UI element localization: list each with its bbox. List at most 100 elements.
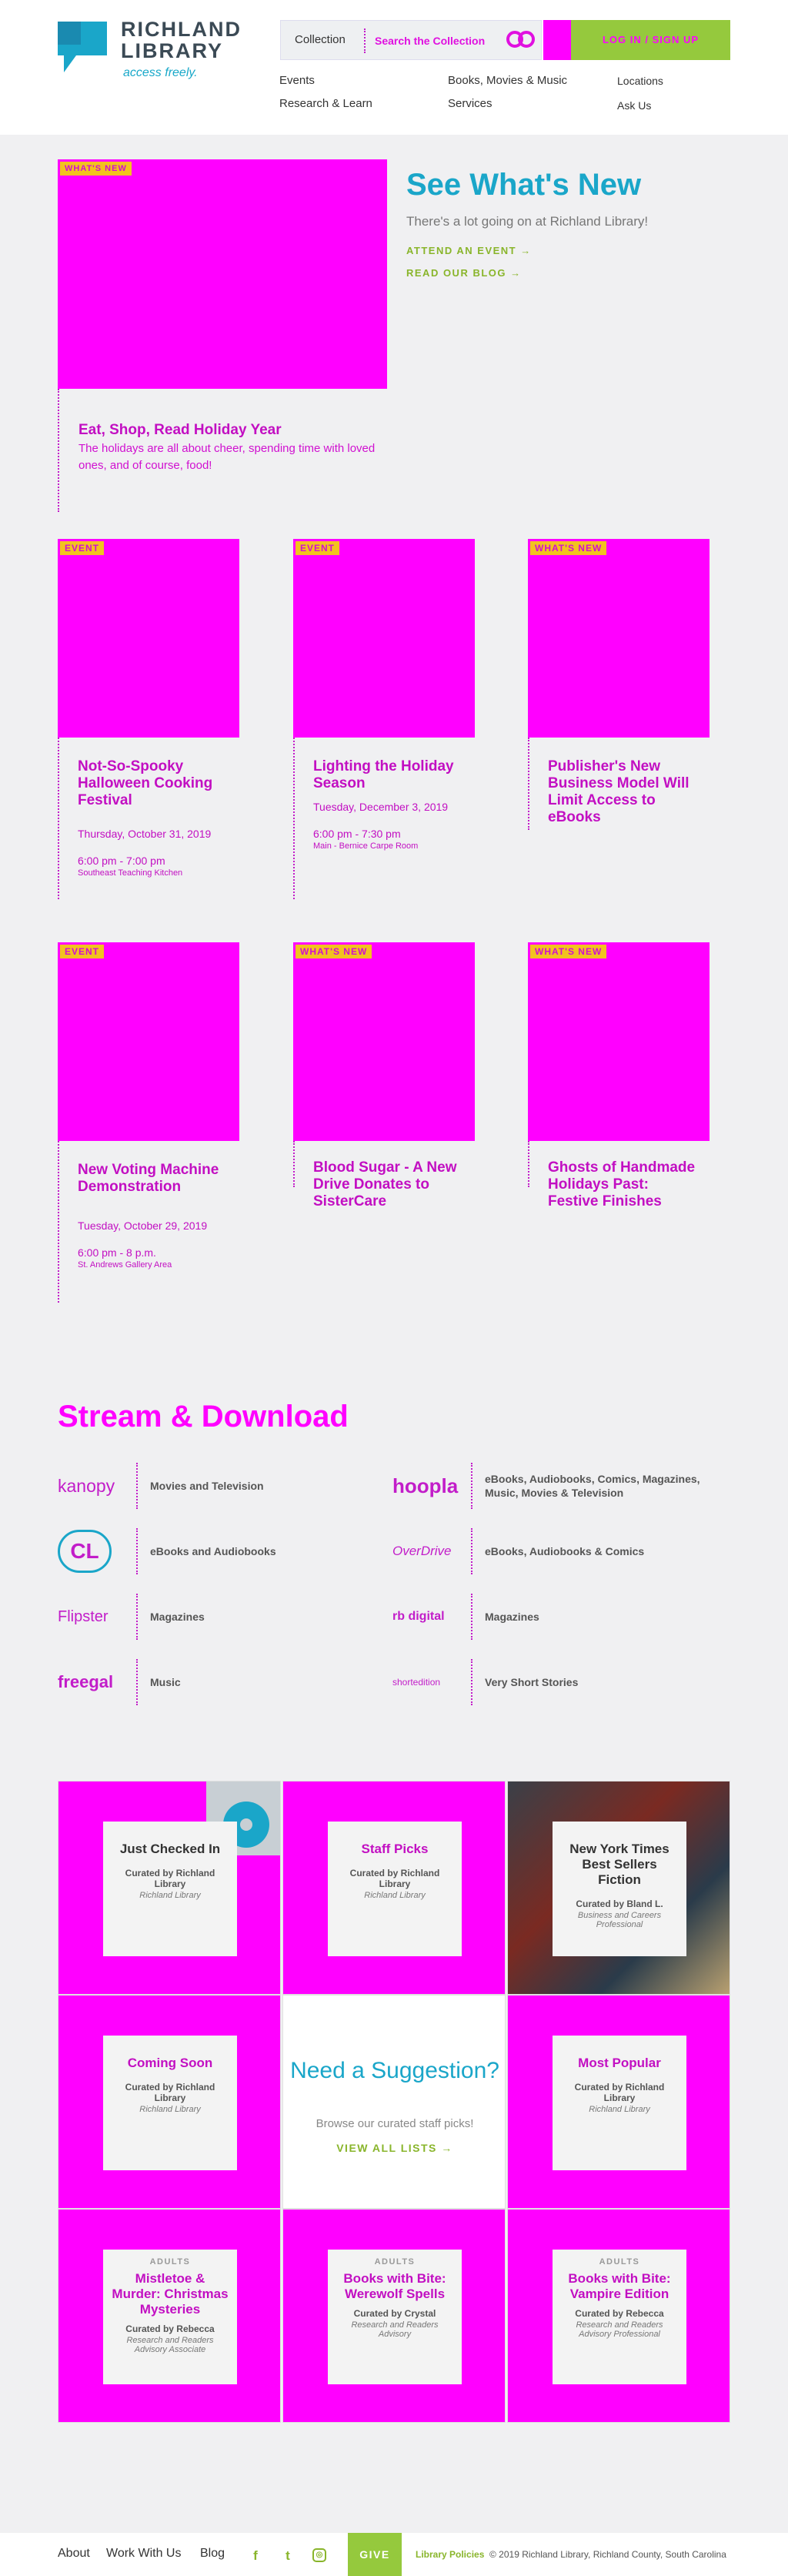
read-blog-link[interactable]: READ OUR BLOG → xyxy=(406,267,522,279)
footer-work-link[interactable]: Work With Us xyxy=(106,2547,181,2561)
service-rbdigital[interactable]: rb digital Magazines xyxy=(392,1594,723,1640)
hero-divider xyxy=(58,389,59,512)
card-image[interactable] xyxy=(528,942,710,1141)
list-title[interactable]: Books with Bite: Vampire Edition xyxy=(560,2271,679,2302)
list-card[interactable]: Staff Picks Curated by Richland Library … xyxy=(328,1822,462,1956)
list-title[interactable]: New York Times Best Sellers Fiction xyxy=(560,1842,679,1888)
service-flipster[interactable]: Flipster Magazines xyxy=(58,1594,389,1640)
instagram-icon[interactable]: ◎ xyxy=(312,2548,326,2562)
list-curator-role: Research and Readers Advisory Associate xyxy=(126,2336,214,2354)
list-tile[interactable]: Just Checked In Curated by Richland Libr… xyxy=(58,1781,281,1995)
service-kanopy[interactable]: kanopy Movies and Television xyxy=(58,1463,389,1509)
hero-tag: WHAT'S NEW xyxy=(60,162,132,176)
service-shortedition[interactable]: shortedition Very Short Stories xyxy=(392,1659,723,1705)
list-tile[interactable]: New York Times Best Sellers Fiction Cura… xyxy=(507,1781,730,1995)
attend-event-link[interactable]: ATTEND AN EVENT → xyxy=(406,245,532,256)
suggestion-tile: Need a Suggestion? Browse our curated st… xyxy=(282,1995,506,2209)
list-curator-role: Richland Library xyxy=(364,1891,426,1900)
library-logo-icon[interactable] xyxy=(58,22,107,72)
card-image[interactable] xyxy=(293,539,475,738)
overdrive-logo-icon[interactable]: OverDrive xyxy=(392,1537,469,1565)
list-card[interactable]: ADULTS Books with Bite: Werewolf Spells … xyxy=(328,2250,462,2384)
card-title[interactable]: Blood Sugar - A New Drive Donates to Sis… xyxy=(313,1159,467,1210)
service-hoopla[interactable]: hoopla eBooks, Audiobooks, Comics, Magaz… xyxy=(392,1463,723,1509)
hoopla-logo-icon[interactable]: hoopla xyxy=(392,1472,469,1500)
card-title[interactable]: Lighting the Holiday Season xyxy=(313,758,467,792)
service-cloudlibrary[interactable]: CL eBooks and Audiobooks xyxy=(58,1528,389,1574)
list-title[interactable]: Just Checked In xyxy=(111,1842,229,1857)
card-title[interactable]: New Voting Machine Demonstration xyxy=(78,1162,232,1196)
list-tile[interactable]: ADULTS Books with Bite: Werewolf Spells … xyxy=(282,2209,506,2423)
nav-books-movies-music[interactable]: Books, Movies & Music xyxy=(448,74,567,87)
card-image[interactable] xyxy=(528,539,710,738)
nav-services[interactable]: Services xyxy=(448,97,492,110)
view-all-lists-link[interactable]: VIEW ALL LISTS → xyxy=(283,2142,506,2154)
service-divider xyxy=(471,1528,472,1574)
flipster-logo-icon[interactable]: Flipster xyxy=(58,1603,135,1631)
site-footer: About Work With Us Blog f t ◎ GIVE Libra… xyxy=(0,2533,788,2576)
nav-ask-us[interactable]: Ask Us xyxy=(617,99,651,112)
nav-research-learn[interactable]: Research & Learn xyxy=(279,97,372,110)
list-card[interactable]: ADULTS Books with Bite: Vampire Edition … xyxy=(553,2250,686,2384)
list-card[interactable]: Coming Soon Curated by Richland Library … xyxy=(103,2036,237,2170)
list-curator-role: Richland Library xyxy=(589,2105,650,2114)
shortedition-logo-icon[interactable]: shortedition xyxy=(392,1668,469,1696)
hero-title[interactable]: Eat, Shop, Read Holiday Year xyxy=(78,422,282,439)
kanopy-logo-icon[interactable]: kanopy xyxy=(58,1472,135,1500)
card-title[interactable]: Not-So-Spooky Halloween Cooking Festival xyxy=(78,758,232,809)
list-tile[interactable]: Coming Soon Curated by Richland Library … xyxy=(58,1995,281,2209)
library-policies-link[interactable]: Library Policies xyxy=(416,2549,484,2560)
card-divider xyxy=(293,1141,295,1187)
account-icon[interactable] xyxy=(543,20,571,60)
login-button[interactable]: LOG IN / SIGN UP xyxy=(571,20,730,60)
card-image[interactable] xyxy=(58,539,239,738)
list-title[interactable]: Staff Picks xyxy=(336,1842,454,1857)
card-title[interactable]: Ghosts of Handmade Holidays Past: Festiv… xyxy=(548,1159,702,1210)
service-divider xyxy=(136,1463,138,1509)
list-tile[interactable]: ADULTS Books with Bite: Vampire Edition … xyxy=(507,2209,730,2423)
logo-line2: LIBRARY xyxy=(121,39,223,62)
card-divider xyxy=(58,738,59,899)
search-bar: Collection xyxy=(280,20,542,60)
service-overdrive[interactable]: OverDrive eBooks, Audiobooks & Comics xyxy=(392,1528,723,1574)
list-title[interactable]: Coming Soon xyxy=(111,2056,229,2071)
footer-blog-link[interactable]: Blog xyxy=(200,2547,225,2561)
twitter-icon[interactable]: t xyxy=(280,2548,296,2564)
card-title[interactable]: Publisher's New Business Model Will Limi… xyxy=(548,758,702,826)
list-card[interactable]: Most Popular Curated by Richland Library… xyxy=(553,2036,686,2170)
list-curator: Curated by Richland Library xyxy=(349,1868,440,1889)
nav-events[interactable]: Events xyxy=(279,74,315,87)
footer-about-link[interactable]: About xyxy=(58,2547,90,2561)
list-title[interactable]: Mistletoe & Murder: Christmas Mysteries xyxy=(111,2271,229,2317)
service-freegal[interactable]: freegal Music xyxy=(58,1659,389,1705)
list-title[interactable]: Most Popular xyxy=(560,2056,679,2071)
card-image[interactable] xyxy=(58,942,239,1141)
rbdigital-logo-icon[interactable]: rb digital xyxy=(392,1603,469,1631)
nav-locations[interactable]: Locations xyxy=(617,75,663,87)
list-curator: Curated by Richland Library xyxy=(125,1868,215,1889)
list-tile[interactable]: Most Popular Curated by Richland Library… xyxy=(507,1995,730,2209)
service-label: Very Short Stories xyxy=(485,1676,579,1688)
hero-image[interactable] xyxy=(58,159,387,389)
give-button[interactable]: GIVE xyxy=(348,2533,402,2576)
card-date: Thursday, October 31, 2019 xyxy=(78,828,212,840)
logo-wordmark[interactable]: RICHLAND LIBRARY xyxy=(121,18,242,62)
card-time: 6:00 pm - 7:30 pm xyxy=(313,828,401,840)
card-image[interactable] xyxy=(293,942,475,1141)
service-divider xyxy=(136,1594,138,1640)
list-card[interactable]: ADULTS Mistletoe & Murder: Christmas Mys… xyxy=(103,2250,237,2384)
search-input[interactable] xyxy=(375,30,498,52)
list-card[interactable]: Just Checked In Curated by Richland Libr… xyxy=(103,1822,237,1956)
copyright-text: © 2019 Richland Library, Richland County… xyxy=(489,2549,726,2560)
card-time: 6:00 pm - 8 p.m. xyxy=(78,1246,156,1259)
list-tile[interactable]: ADULTS Mistletoe & Murder: Christmas Mys… xyxy=(58,2209,281,2423)
search-icon[interactable] xyxy=(506,28,536,53)
search-scope-select[interactable]: Collection xyxy=(295,33,346,46)
freegal-logo-icon[interactable]: freegal xyxy=(58,1668,135,1696)
list-card[interactable]: New York Times Best Sellers Fiction Cura… xyxy=(553,1822,686,1956)
cloudlibrary-logo-icon[interactable]: CL xyxy=(58,1530,112,1573)
list-title[interactable]: Books with Bite: Werewolf Spells xyxy=(336,2271,454,2302)
service-divider xyxy=(471,1463,472,1509)
facebook-icon[interactable]: f xyxy=(248,2548,263,2564)
list-tile[interactable]: Staff Picks Curated by Richland Library … xyxy=(282,1781,506,1995)
